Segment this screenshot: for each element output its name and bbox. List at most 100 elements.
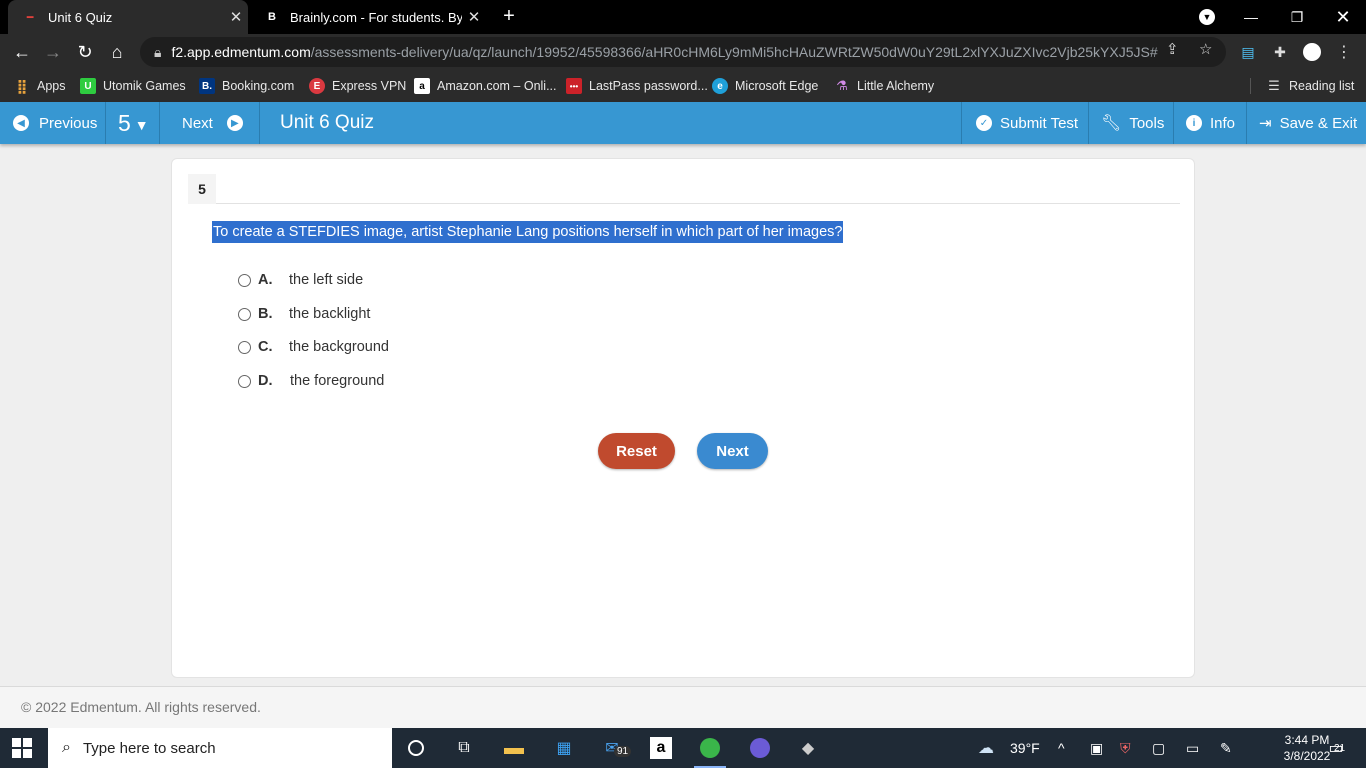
mail-badge: 91 (614, 746, 632, 757)
edge-taskbar-icon[interactable] (694, 736, 726, 768)
search-icon: ⌕ (62, 739, 71, 756)
tray-chevron-up-icon[interactable]: ^ (1058, 740, 1065, 756)
tab-unit-6-quiz[interactable]: ━ Unit 6 Quiz ✕ (8, 0, 248, 34)
url-path: /assessments-delivery/ua/qz/launch/19952… (310, 44, 1158, 60)
next-header-button[interactable]: Next ▶ (160, 102, 260, 144)
browser-toolbar: ← → ↻ ⌂ 🔒︎ f2.app.edmentum.com /assessme… (0, 34, 1366, 70)
bookmark-utomik[interactable]: U Utomik Games (80, 76, 186, 96)
sign-out-icon: ⇥ (1259, 115, 1272, 132)
antivirus-icon[interactable]: ⛨ (1120, 740, 1131, 757)
reset-button[interactable]: Reset (598, 433, 675, 469)
radio-button[interactable] (238, 307, 251, 321)
camera-icon[interactable]: ▢ (1152, 740, 1165, 757)
extensions-puzzle-icon[interactable]: ✚ (1270, 42, 1290, 62)
reload-icon[interactable]: ↻ (70, 37, 100, 67)
meet-now-icon[interactable]: ▣ (1090, 740, 1103, 757)
profile-avatar-icon[interactable] (1302, 42, 1322, 62)
close-tab-icon[interactable]: ✕ (462, 8, 486, 26)
edge-icon: e (712, 78, 728, 94)
amazon-icon: a (414, 78, 430, 94)
extension-toggle-icon[interactable]: ▤ (1238, 42, 1258, 62)
question-card: 5 To create a STEFDIES image, artist Ste… (171, 158, 1195, 678)
page-footer: © 2022 Edmentum. All rights reserved. (0, 687, 1366, 728)
chevron-down-icon: ▼ (134, 117, 149, 133)
file-explorer-icon[interactable]: ▬ (502, 736, 526, 760)
address-bar[interactable]: 🔒︎ f2.app.edmentum.com /assessments-deli… (140, 37, 1226, 67)
bookmark-express-vpn[interactable]: E Express VPN (309, 76, 406, 96)
tab-brainly[interactable]: B Brainly.com - For students. By stu ✕ (250, 0, 486, 34)
battery-icon[interactable]: ▭ (1186, 740, 1199, 757)
amazon-taskbar-icon[interactable]: a (650, 737, 672, 759)
share-icon[interactable]: ⇪ (1166, 40, 1179, 58)
flask-icon: ⚗ (836, 78, 848, 93)
pen-icon[interactable]: ✎ (1220, 740, 1232, 757)
tab-title: Brainly.com - For students. By stu (290, 9, 462, 25)
quiz-title: Unit 6 Quiz (280, 112, 374, 133)
bookmarks-bar: ⣿ Apps U Utomik Games B. Booking.com E E… (0, 70, 1366, 102)
radio-button[interactable] (238, 273, 251, 287)
cortana-circle-icon[interactable] (404, 736, 428, 760)
radio-button[interactable] (238, 340, 251, 354)
bookmark-apps[interactable]: ⣿ Apps (14, 76, 66, 96)
bookmark-microsoft-edge[interactable]: e Microsoft Edge (712, 76, 818, 96)
minimize-window-icon[interactable]: — (1228, 0, 1274, 34)
notification-center-icon[interactable]: ▭ 21 (1324, 737, 1348, 759)
restore-window-icon[interactable]: ❐ (1274, 0, 1320, 34)
tab-search-chevron-icon[interactable]: ▼ (1184, 0, 1230, 34)
expressvpn-icon: E (309, 78, 325, 94)
home-icon[interactable]: ⌂ (102, 37, 132, 67)
copyright-text: © 2022 Edmentum. All rights reserved. (21, 699, 261, 715)
bookmark-lastpass[interactable]: ••• LastPass password... (566, 76, 708, 96)
bookmark-star-icon[interactable]: ☆ (1199, 40, 1212, 58)
bookmarks-divider (1250, 78, 1251, 94)
new-tab-plus-icon[interactable]: + (498, 5, 520, 27)
forward-arrow-icon[interactable]: → (38, 37, 68, 67)
info-button[interactable]: i Info (1173, 102, 1246, 144)
wrench-icon: 🔧︎ (1101, 115, 1122, 132)
question-number-row: 5 (188, 174, 1180, 204)
choice-b[interactable]: B. the backlight (238, 303, 370, 325)
booking-icon: B. (199, 78, 215, 94)
close-tab-icon[interactable]: ✕ (224, 8, 248, 26)
arrow-right-circle-icon: ▶ (226, 115, 243, 131)
previous-button[interactable]: ◀ Previous (0, 102, 106, 144)
weather-temp[interactable]: 39°F (1010, 740, 1040, 756)
search-placeholder: Type here to search (82, 739, 216, 757)
browser-menu-icon[interactable]: ⋮ (1334, 42, 1354, 62)
lastpass-icon: ••• (566, 78, 582, 94)
question-number-dropdown[interactable]: 5 ▼ (106, 102, 160, 144)
roblox-taskbar-icon[interactable]: ◆ (796, 736, 820, 760)
arrow-left-circle-icon: ◀ (13, 115, 29, 131)
chrome-taskbar-icon[interactable] (748, 736, 772, 760)
task-view-icon[interactable]: ⧉ (452, 736, 476, 760)
bookmark-amazon[interactable]: a Amazon.com – Onli... (414, 76, 557, 96)
browser-tab-strip: ━ Unit 6 Quiz ✕ B Brainly.com - For stud… (0, 0, 1366, 34)
save-exit-button[interactable]: ⇥ Save & Exit (1246, 102, 1366, 144)
submit-test-button[interactable]: ✓ Submit Test (961, 102, 1088, 144)
brainly-favicon-icon: B (268, 11, 276, 23)
bookmark-little-alchemy[interactable]: ⚗ Little Alchemy (834, 76, 934, 96)
bookmark-booking[interactable]: B. Booking.com (199, 76, 294, 96)
microsoft-store-icon[interactable]: ▦ (552, 736, 576, 760)
question-prompt: To create a STEFDIES image, artist Steph… (212, 221, 844, 243)
question-number: 5 (188, 174, 216, 204)
edmentum-favicon-icon: ━ (26, 11, 34, 24)
choice-c[interactable]: C. the background (238, 336, 389, 358)
info-circle-icon: i (1186, 115, 1202, 131)
close-window-icon[interactable]: ✕ (1320, 0, 1366, 34)
utomik-icon: U (80, 78, 96, 94)
next-button[interactable]: Next (697, 433, 768, 469)
tools-button[interactable]: 🔧︎ Tools (1088, 102, 1173, 144)
quiz-header-bar: ◀ Previous 5 ▼ Next ▶ Unit 6 Quiz ✓ Subm… (0, 102, 1366, 144)
radio-button[interactable] (238, 374, 251, 388)
back-arrow-icon[interactable]: ← (7, 37, 37, 67)
choice-a[interactable]: A. the left side (238, 269, 363, 291)
reading-list-button[interactable]: ☰ Reading list (1266, 76, 1354, 96)
windows-start-icon[interactable] (12, 738, 32, 758)
notification-count: 21 (1334, 743, 1346, 754)
choice-d[interactable]: D. the foreground (238, 370, 384, 392)
weather-cloud-icon[interactable]: ☁ (978, 738, 994, 758)
tab-title: Unit 6 Quiz (48, 9, 113, 25)
mail-icon[interactable]: ✉ 91 (600, 736, 632, 760)
taskbar-search-box[interactable]: ⌕ Type here to search (48, 728, 392, 768)
